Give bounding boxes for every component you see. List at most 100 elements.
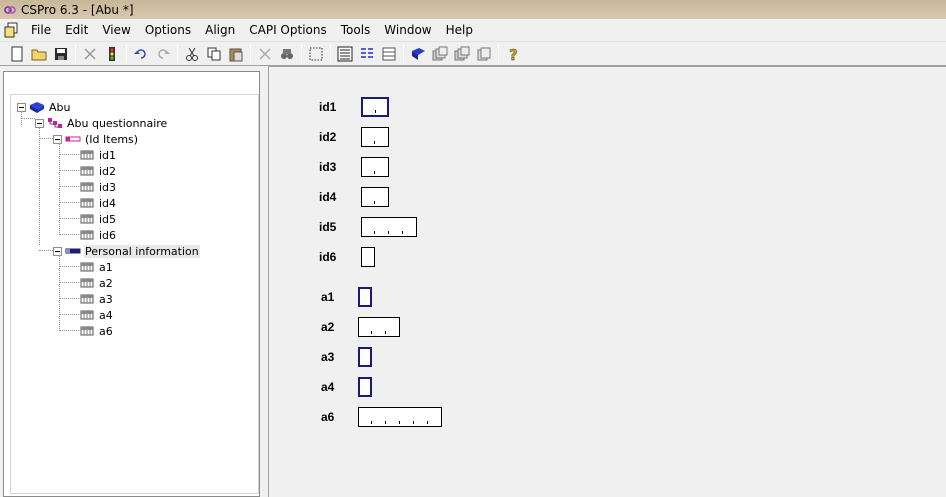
forms-stack2-button[interactable]: [451, 43, 473, 65]
menu-help[interactable]: Help: [439, 19, 480, 41]
tree-item-label: a1: [99, 260, 113, 274]
find-button[interactable]: [276, 43, 298, 65]
form-canvas[interactable]: id1 id2 id3 id4 id5 id6 a1 a2 a3 a4 a6: [268, 66, 946, 497]
menu-window[interactable]: Window: [377, 19, 438, 41]
tree-group-personal-information[interactable]: Personal information: [53, 243, 200, 259]
group-icon: [65, 248, 81, 254]
dictionary-button[interactable]: [407, 43, 429, 65]
cspro-app-icon: [4, 5, 16, 14]
field-box-a3[interactable]: [358, 347, 372, 367]
digit-tick: [374, 171, 375, 174]
tree-item-label: id1: [99, 148, 117, 162]
menu-align[interactable]: Align: [198, 19, 242, 41]
save-button[interactable]: [50, 43, 72, 65]
pane-splitter[interactable]: [261, 66, 268, 497]
generate-button[interactable]: [79, 43, 101, 65]
align-list-button[interactable]: [334, 43, 356, 65]
field-label-a6[interactable]: a6: [321, 410, 334, 424]
field-icon: [80, 198, 94, 208]
field-label-id6[interactable]: id6: [319, 250, 336, 264]
field-icon: [80, 294, 94, 304]
field-box-a6[interactable]: [358, 407, 442, 427]
digit-tick: [371, 331, 372, 334]
tree-item-label: id2: [99, 164, 117, 178]
menu-view[interactable]: View: [95, 19, 137, 41]
field-label-id3[interactable]: id3: [319, 160, 336, 174]
field-label-id4[interactable]: id4: [319, 190, 336, 204]
field-label-a3[interactable]: a3: [321, 350, 334, 364]
menu-tools[interactable]: Tools: [334, 19, 378, 41]
dictionary-icon: [412, 47, 425, 60]
redo-icon: [158, 48, 170, 59]
forms-stack2-icon: [454, 46, 470, 60]
field-box-a4[interactable]: [358, 377, 372, 397]
delete-button[interactable]: [254, 43, 276, 65]
toolbar-separator: [250, 44, 251, 63]
collapse-toggle[interactable]: [53, 246, 62, 256]
field-label-a2[interactable]: a2: [321, 320, 334, 334]
undo-button[interactable]: [130, 43, 152, 65]
field-box-id2[interactable]: [361, 127, 389, 147]
forms-stack3-button[interactable]: [473, 43, 495, 65]
menu-edit[interactable]: Edit: [58, 19, 95, 41]
title-bar: CSPro 6.3 - [Abu *]: [0, 0, 946, 19]
toolbar-separator: [126, 44, 127, 63]
tree-item-label: id5: [99, 212, 117, 226]
copy-button[interactable]: [203, 43, 225, 65]
tree-connector: [59, 330, 79, 331]
align-columns-button[interactable]: [356, 43, 378, 65]
questionnaire-icon: [48, 118, 62, 128]
field-box-id3[interactable]: [361, 157, 389, 177]
field-box-a2[interactable]: [358, 317, 400, 337]
cut-button[interactable]: [181, 43, 203, 65]
mdi-document-icon[interactable]: [4, 22, 20, 38]
tree-field-a4[interactable]: a4: [79, 307, 114, 323]
tree-connector: [59, 234, 79, 235]
field-label-a1[interactable]: a1: [321, 290, 334, 304]
tree-field-id5[interactable]: id5: [79, 211, 117, 227]
tree-connector: [59, 154, 79, 155]
field-box-id4[interactable]: [361, 187, 389, 207]
paste-button[interactable]: [225, 43, 247, 65]
traffic-light-button[interactable]: [101, 43, 123, 65]
field-box-id5[interactable]: [361, 217, 417, 237]
tree-item-abu[interactable]: Abu: [17, 99, 71, 115]
new-button[interactable]: [6, 43, 28, 65]
digit-tick: [385, 331, 386, 334]
digit-tick: [374, 231, 375, 234]
forms-stack-button[interactable]: [429, 43, 451, 65]
help-button[interactable]: ?: [502, 43, 524, 65]
tree-field-id4[interactable]: id4: [79, 195, 117, 211]
tree-field-id1[interactable]: id1: [79, 147, 117, 163]
menu-capi-options[interactable]: CAPI Options: [242, 19, 333, 41]
tree-connector: [59, 314, 79, 315]
toolbar-separator: [330, 44, 331, 63]
tree-connector: [21, 118, 35, 119]
tree-field-id2[interactable]: id2: [79, 163, 117, 179]
field-box-id6[interactable]: [361, 247, 375, 267]
field-box-a1[interactable]: [358, 287, 372, 307]
tree-item-questionnaire[interactable]: Abu questionnaire: [35, 115, 168, 131]
select-box-button[interactable]: [305, 43, 327, 65]
tree-connector: [59, 143, 60, 235]
tree-field-id6[interactable]: id6: [79, 227, 117, 243]
tree-field-a2[interactable]: a2: [79, 275, 114, 291]
tree-field-a3[interactable]: a3: [79, 291, 114, 307]
menu-file[interactable]: File: [24, 19, 58, 41]
align-rows-button[interactable]: [378, 43, 400, 65]
menu-options[interactable]: Options: [138, 19, 198, 41]
open-button[interactable]: [28, 43, 50, 65]
tree-group-id-items[interactable]: (Id Items): [53, 131, 139, 147]
digit-tick: [385, 421, 386, 424]
field-label-id5[interactable]: id5: [319, 220, 336, 234]
collapse-toggle[interactable]: [53, 134, 62, 144]
tree-field-a1[interactable]: a1: [79, 259, 114, 275]
field-icon: [80, 166, 94, 176]
tree-field-id3[interactable]: id3: [79, 179, 117, 195]
field-label-a4[interactable]: a4: [321, 380, 334, 394]
field-label-id1[interactable]: id1: [319, 100, 336, 114]
tree-field-a6[interactable]: a6: [79, 323, 114, 339]
redo-button[interactable]: [152, 43, 174, 65]
field-box-id1[interactable]: [361, 97, 389, 117]
field-label-id2[interactable]: id2: [319, 130, 336, 144]
